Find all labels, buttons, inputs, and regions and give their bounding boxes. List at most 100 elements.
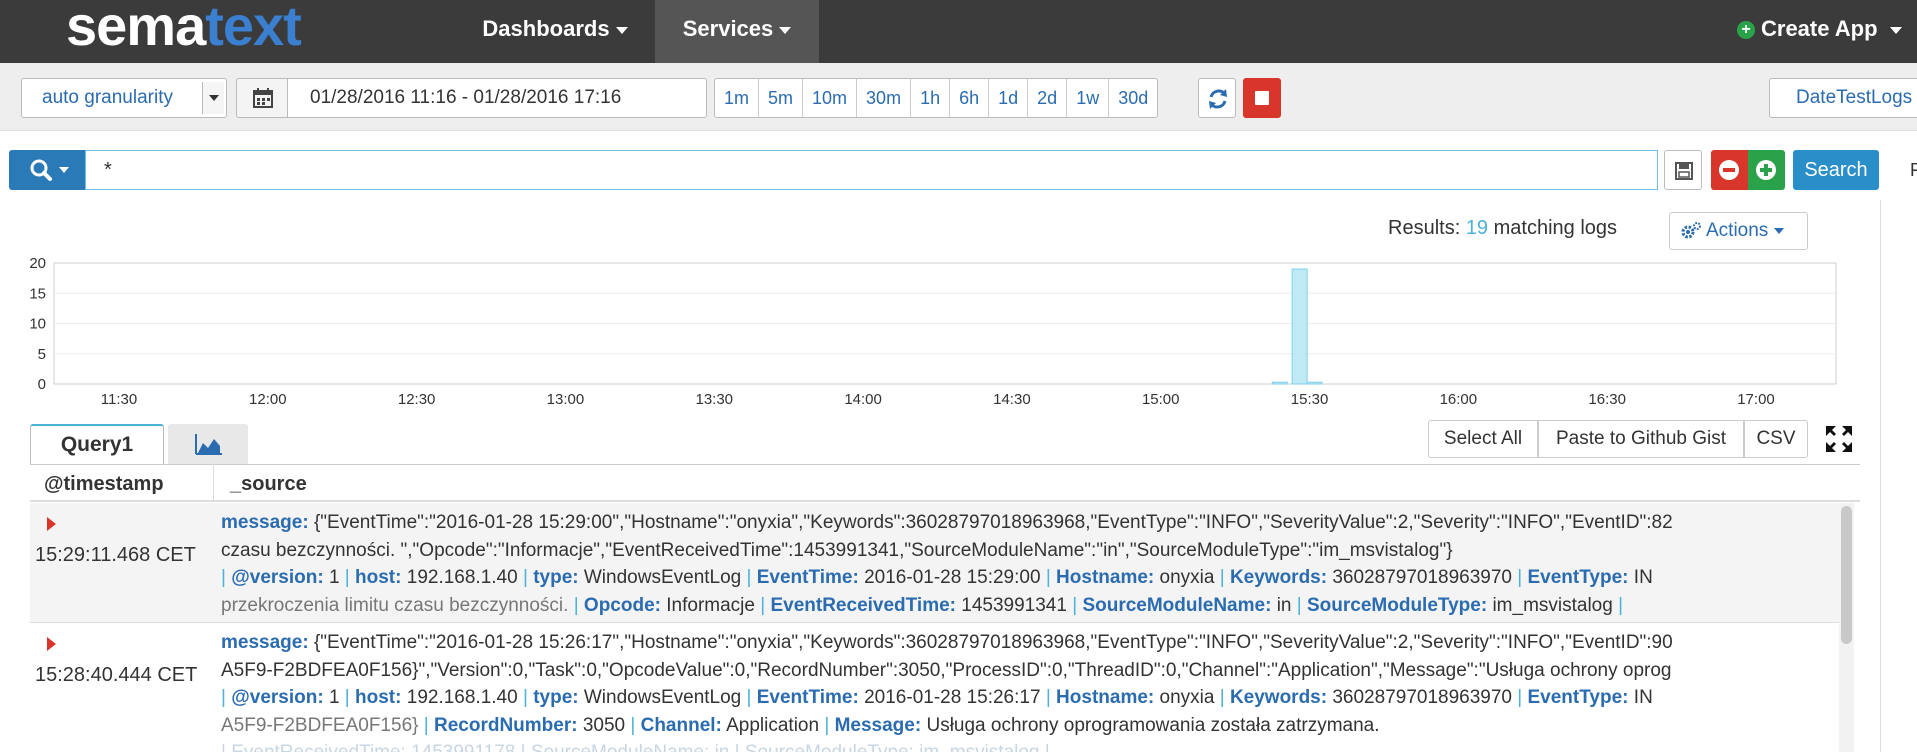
field-key[interactable]: Keywords: [1230, 567, 1327, 588]
field-key[interactable]: @version: [231, 567, 323, 588]
dropdown-arrow-icon[interactable] [202, 82, 224, 114]
field-value: im_msvistalog [1487, 594, 1613, 616]
search-type-dropdown[interactable] [9, 150, 85, 190]
field-key[interactable]: EventType: [1528, 687, 1629, 708]
refresh-button[interactable] [1198, 78, 1236, 118]
range-1d[interactable]: 1d [989, 79, 1029, 117]
field-key[interactable]: type: [533, 567, 578, 588]
results-count: 19 [1465, 217, 1489, 239]
minus-circle-icon [1719, 160, 1739, 180]
field-key[interactable]: RecordNumber: [434, 715, 578, 736]
field-separator: | [1512, 567, 1528, 588]
exclude-filter-button[interactable] [1711, 150, 1748, 190]
field-key[interactable]: Message: [835, 715, 922, 736]
field-value: 36028797018963970 [1327, 567, 1512, 588]
field-separator: | [625, 714, 641, 736]
field-key[interactable]: type: [533, 687, 578, 708]
field-key[interactable]: Opcode: [584, 595, 661, 616]
x-tick-label: 14:00 [844, 391, 882, 408]
table-row[interactable]: 15:28:40.444 CET message: {"EventTime":"… [30, 623, 1840, 752]
range-5m[interactable]: 5m [759, 79, 804, 117]
histogram-bar[interactable] [1271, 381, 1288, 385]
field-separator: | [221, 567, 232, 588]
x-tick-label: 12:00 [249, 391, 287, 408]
include-filter-button[interactable] [1748, 150, 1785, 190]
sematext-logo[interactable]: sematext [66, 0, 302, 56]
field-key[interactable]: SourceModuleType: [1307, 595, 1487, 616]
field-value: 36028797018963970 [1327, 687, 1512, 708]
nav-dashboards[interactable]: Dashboards [470, 0, 640, 63]
field-value: Usługa ochrony oprogramowania została za… [921, 714, 1380, 736]
expand-row-icon[interactable] [47, 637, 56, 651]
field-value: IN [1628, 687, 1653, 708]
histogram-bar[interactable] [1291, 268, 1308, 385]
field-value: 1 [323, 567, 340, 588]
x-tick-label: 11:30 [101, 391, 137, 408]
table-scrollbar[interactable] [1839, 503, 1854, 752]
field-list: | @version: 1 | host: 192.168.1.40 | typ… [221, 684, 1831, 712]
column-header-timestamp[interactable]: @timestamp [44, 473, 164, 496]
calendar-button[interactable] [236, 78, 288, 118]
x-tick-label: 16:30 [1588, 391, 1626, 408]
time-toolbar: auto granularity 01/28/2016 11:16 - 01/2… [0, 63, 1917, 131]
nav-services[interactable]: Services [655, 0, 819, 63]
quick-range-group: 1m 5m 10m 30m 1h 6h 1d 2d 1w 30d [714, 78, 1159, 118]
range-30d[interactable]: 30d [1109, 79, 1157, 117]
field-key[interactable]: EventType: [1528, 567, 1629, 588]
field-separator: | [1040, 567, 1057, 588]
search-query-input[interactable]: * [85, 150, 1658, 190]
field-list: przekroczenia limitu czasu bezczynności.… [221, 594, 1624, 616]
granularity-select[interactable]: auto granularity [21, 78, 227, 118]
save-query-button[interactable] [1664, 150, 1702, 190]
calendar-icon [253, 88, 273, 108]
field-key[interactable]: EventTime: [757, 567, 859, 588]
field-key[interactable]: Hostname: [1056, 687, 1154, 708]
app-selector[interactable]: DateTestLogs [1769, 78, 1917, 118]
field-value: 3050 [577, 714, 626, 736]
column-header-source[interactable]: _source [230, 473, 307, 496]
field-list: | @version: 1 | host: 192.168.1.40 | typ… [221, 564, 1831, 592]
table-row[interactable]: 15:29:11.468 CET message: {"EventTime":"… [30, 503, 1840, 623]
field-key[interactable]: Keywords: [1230, 687, 1327, 708]
range-2d[interactable]: 2d [1028, 79, 1068, 117]
range-1m[interactable]: 1m [715, 79, 760, 117]
stop-button[interactable] [1243, 78, 1281, 118]
column-divider [213, 464, 214, 502]
x-tick-label: 13:30 [695, 391, 733, 408]
field-separator: | [819, 714, 835, 736]
field-value: in [1271, 594, 1292, 616]
field-key[interactable]: EventTime: [757, 687, 859, 708]
actions-button[interactable]: Actions [1669, 212, 1808, 250]
area-chart-icon [195, 434, 222, 455]
paste-to-gist-button[interactable]: Paste to Github Gist [1538, 420, 1744, 458]
date-range-input[interactable]: 01/28/2016 11:16 - 01/28/2016 17:16 [287, 78, 707, 118]
row-timestamp: 15:28:40.444 CET [35, 664, 198, 686]
field-key[interactable]: host: [355, 567, 401, 588]
tab-chart-view[interactable] [168, 424, 248, 464]
search-button[interactable]: Search [1793, 150, 1879, 190]
field-key[interactable]: SourceModuleName: [1082, 595, 1271, 616]
range-30m[interactable]: 30m [857, 79, 912, 117]
scrollbar-thumb[interactable] [1841, 506, 1852, 644]
create-app-button[interactable]: + Create App [1737, 0, 1902, 63]
range-1w[interactable]: 1w [1067, 79, 1110, 117]
field-key[interactable]: Hostname: [1056, 567, 1154, 588]
expand-row-icon[interactable] [47, 517, 56, 531]
csv-export-button[interactable]: CSV [1744, 420, 1808, 458]
field-key[interactable]: EventReceivedTime: [770, 595, 956, 616]
x-tick-label: 12:30 [398, 391, 436, 408]
field-value: Informacje [660, 594, 755, 616]
range-6h[interactable]: 6h [950, 79, 990, 117]
expand-fullscreen-button[interactable] [1824, 424, 1854, 454]
select-all-button[interactable]: Select All [1428, 420, 1538, 458]
field-key[interactable]: host: [355, 687, 401, 708]
y-tick-label: 15 [29, 285, 46, 302]
tab-query1[interactable]: Query1 [30, 424, 164, 464]
range-10m[interactable]: 10m [803, 79, 858, 117]
range-1h[interactable]: 1h [911, 79, 951, 117]
y-tick-label: 20 [29, 255, 46, 272]
field-key[interactable]: Channel: [641, 715, 722, 736]
plus-circle-icon: + [1737, 21, 1755, 40]
histogram-bar[interactable] [1306, 381, 1323, 385]
field-key[interactable]: @version: [231, 687, 323, 708]
